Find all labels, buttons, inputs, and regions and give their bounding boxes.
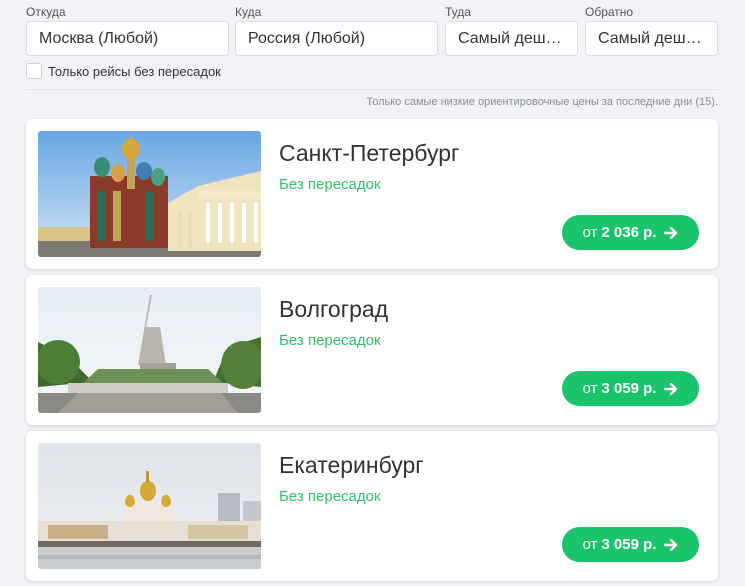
price-note: Только самые низкие ориентировочные цены…: [366, 96, 718, 108]
price-prefix: от: [582, 380, 598, 397]
from-label: Откуда: [26, 5, 66, 19]
destination-card[interactable]: Санкт-Петербург Без пересадок от 2 036 р…: [26, 119, 718, 269]
city-name: Волгоград: [279, 296, 389, 322]
city-name: Екатеринбург: [279, 452, 424, 478]
depart-date-select[interactable]: Самый дешевый: [445, 21, 578, 56]
transfer-info: Без пересадок: [279, 332, 381, 349]
price-value: 3 059 р.: [601, 536, 657, 553]
price-value: 3 059 р.: [601, 380, 657, 397]
price-button[interactable]: от 3 059 р.: [562, 371, 699, 406]
arrow-right-icon: [664, 538, 678, 551]
transfer-info: Без пересадок: [279, 176, 381, 193]
price-prefix: от: [582, 224, 598, 241]
destination-card[interactable]: Волгоград Без пересадок от 3 059 р.: [26, 275, 718, 425]
price-button[interactable]: от 2 036 р.: [562, 215, 699, 250]
to-label: Куда: [235, 5, 262, 19]
direct-only-checkbox[interactable]: [26, 63, 42, 79]
price-prefix: от: [582, 536, 598, 553]
return-label: Обратно: [585, 5, 634, 19]
direct-only-option[interactable]: Только рейсы без пересадок: [26, 63, 221, 79]
divider: [26, 89, 718, 90]
transfer-info: Без пересадок: [279, 488, 381, 505]
saint-petersburg-photo: [38, 131, 261, 257]
city-name: Санкт-Петербург: [279, 140, 460, 166]
destination-card[interactable]: Екатеринбург Без пересадок от 3 059 р.: [26, 431, 718, 581]
return-date-select[interactable]: Самый дешевый: [585, 21, 718, 56]
price-value: 2 036 р.: [601, 224, 657, 241]
arrow-right-icon: [664, 382, 678, 395]
direct-only-label: Только рейсы без пересадок: [48, 63, 221, 79]
to-input[interactable]: Россия (Любой): [235, 21, 438, 56]
arrow-right-icon: [664, 226, 678, 239]
depart-label: Туда: [445, 5, 471, 19]
from-input[interactable]: Москва (Любой): [26, 21, 229, 56]
yekaterinburg-photo: [38, 443, 261, 569]
volgograd-photo: [38, 287, 261, 413]
price-button[interactable]: от 3 059 р.: [562, 527, 699, 562]
